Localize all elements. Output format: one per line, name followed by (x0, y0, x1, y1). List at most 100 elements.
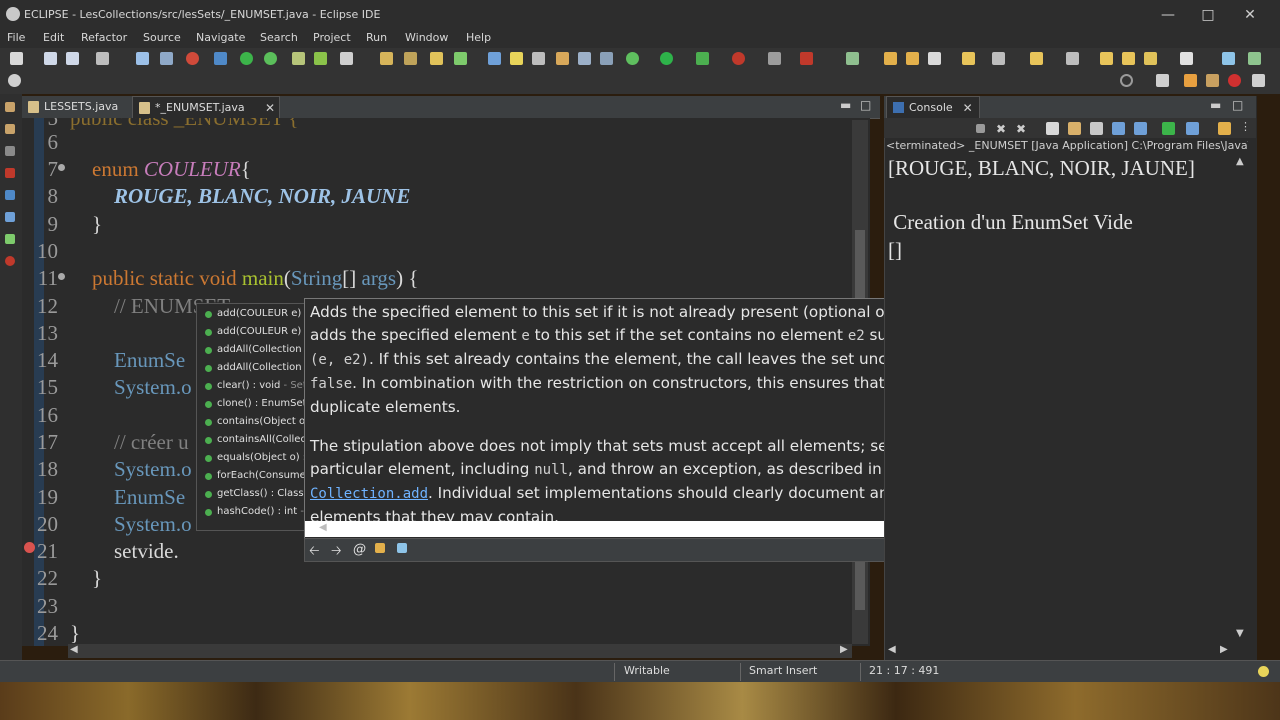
block-icon[interactable] (556, 52, 569, 65)
stop-icon[interactable] (186, 52, 199, 65)
hide-toolbar-icon[interactable] (8, 74, 21, 87)
arrow-left-icon[interactable] (1100, 52, 1113, 65)
list-item[interactable]: getClass() : Class< (205, 488, 307, 499)
list-item[interactable]: clone() : EnumSet (205, 398, 307, 409)
maximize-icon[interactable]: □ (1188, 4, 1228, 26)
list-item[interactable]: addAll(Collection (205, 344, 302, 355)
fold-marker-icon[interactable] (58, 273, 65, 280)
list-item[interactable]: contains(Object o (205, 416, 305, 427)
open-console-icon[interactable] (1162, 122, 1175, 135)
tab-enumset[interactable]: *_ENUMSET.java ✕ (132, 96, 280, 119)
link-icon[interactable] (488, 52, 501, 65)
open-perspective-icon[interactable] (1156, 74, 1169, 87)
scroll-left-icon[interactable]: ◀ (319, 522, 327, 533)
declaration-icon[interactable] (5, 212, 15, 222)
annotation-icon[interactable] (532, 52, 545, 65)
save-icon[interactable] (44, 52, 57, 65)
scroll-lock-icon[interactable] (1068, 122, 1081, 135)
code-line-current[interactable]: setvide. (114, 539, 179, 564)
outline-icon[interactable] (5, 146, 15, 156)
tab-console[interactable]: Console ✕ (886, 96, 980, 119)
minimize-editor-icon[interactable]: ▬ (840, 98, 851, 112)
word-wrap-console-icon[interactable] (1090, 122, 1103, 135)
tab-lessets[interactable]: LESSETS.java (22, 96, 150, 118)
list-item[interactable]: forEach(Consume (205, 470, 306, 481)
fold-marker-icon[interactable] (58, 164, 65, 171)
perspective-icon[interactable] (1222, 52, 1235, 65)
scroll-right-icon[interactable]: ▶ (840, 644, 848, 655)
save-all-icon[interactable] (66, 52, 79, 65)
marker-icon[interactable] (800, 52, 813, 65)
step-icon[interactable] (292, 52, 305, 65)
pin-icon[interactable] (1030, 52, 1043, 65)
nav-back-history-icon[interactable] (992, 52, 1005, 65)
close-tab-icon[interactable]: ✕ (265, 97, 275, 119)
menu-window[interactable]: Window (405, 31, 448, 44)
open-in-javadoc-view-icon[interactable] (397, 542, 407, 557)
open-type-icon[interactable] (380, 52, 393, 65)
key-icon[interactable] (962, 52, 975, 65)
minimize-icon[interactable]: — (1148, 4, 1188, 26)
brush-icon[interactable] (928, 52, 941, 65)
console-vertical-scrollbar[interactable]: ▲ ▼ (1234, 156, 1248, 644)
problems-icon[interactable] (5, 168, 15, 178)
java-perspective-icon[interactable] (1184, 74, 1197, 87)
menu-project[interactable]: Project (313, 31, 351, 44)
scroll-up-icon[interactable]: ▲ (1236, 156, 1244, 167)
terminal-icon[interactable] (136, 52, 149, 65)
back-icon[interactable]: 🡠 (309, 542, 320, 564)
display-console-icon[interactable] (1134, 122, 1147, 135)
scroll-down-icon[interactable]: ▼ (1236, 628, 1244, 639)
notification-icon[interactable] (1258, 666, 1269, 677)
skip-breakpoints-icon[interactable] (160, 52, 173, 65)
javadoc-icon[interactable] (5, 190, 15, 200)
at-icon[interactable]: @ (353, 542, 366, 557)
toggle-icon[interactable] (768, 52, 781, 65)
list-item[interactable]: add(COULEUR e) (205, 308, 301, 319)
collection-add-link[interactable]: Collection.add (310, 486, 428, 502)
arrow-right-icon[interactable] (1122, 52, 1135, 65)
highlight-icon[interactable] (510, 52, 523, 65)
git-perspective-icon[interactable] (1228, 74, 1241, 87)
restore-icon[interactable] (5, 102, 15, 112)
view-menu-icon[interactable]: ⋮ (1240, 120, 1253, 133)
menu-refactor[interactable]: Refactor (81, 31, 127, 44)
other-perspective-icon[interactable] (1252, 74, 1265, 87)
package-explorer-icon[interactable] (5, 124, 15, 134)
word-wrap-icon[interactable] (578, 52, 591, 65)
pin-console-icon[interactable] (1112, 122, 1125, 135)
menu-navigate[interactable]: Navigate (196, 31, 245, 44)
search-tb-icon[interactable] (404, 52, 417, 65)
sort-icon[interactable] (1066, 52, 1079, 65)
menu-file[interactable]: File (7, 31, 25, 44)
list-item[interactable]: containsAll(Collec (205, 434, 306, 445)
maximize-console-icon[interactable]: □ (1232, 98, 1243, 112)
scroll-left-icon[interactable]: ◀ (888, 644, 896, 655)
list-item[interactable]: addAll(Collection (205, 362, 302, 373)
menu-search[interactable]: Search (260, 31, 298, 44)
list-item[interactable]: hashCode() : int - (205, 506, 304, 517)
new-console-icon[interactable] (1186, 122, 1199, 135)
run-last-icon[interactable] (626, 52, 639, 65)
task-icon[interactable] (340, 52, 353, 65)
run-icon[interactable] (660, 52, 673, 65)
new-icon[interactable] (10, 52, 23, 65)
back-icon[interactable] (1144, 52, 1157, 65)
green-run-icon[interactable] (240, 52, 253, 65)
new-class-icon[interactable] (214, 52, 227, 65)
remove-launch-icon[interactable]: ✖ (996, 122, 1009, 136)
status-insert-mode[interactable]: Smart Insert (749, 664, 817, 677)
forward-icon[interactable] (1180, 52, 1193, 65)
open-declaration-icon[interactable] (375, 542, 385, 557)
tasks-icon[interactable] (5, 234, 15, 244)
search-icon[interactable] (1120, 74, 1133, 87)
list-item[interactable]: clear() : void - Set (205, 380, 307, 391)
clear-console-icon[interactable] (1046, 122, 1059, 135)
coverage-icon[interactable] (696, 52, 709, 65)
menu-help[interactable]: Help (466, 31, 491, 44)
remove-all-icon[interactable]: ✖ (1016, 122, 1029, 136)
list-item[interactable]: equals(Object o) : (205, 452, 306, 463)
print-icon[interactable] (96, 52, 109, 65)
scroll-left-icon[interactable]: ◀ (70, 644, 78, 655)
run-config-icon[interactable] (314, 52, 327, 65)
